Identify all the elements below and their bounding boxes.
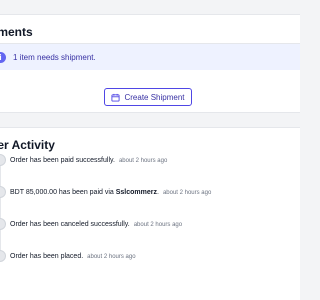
shipment-alert-text: 1 item needs shipment. — [13, 52, 96, 62]
timeline-line — [0, 161, 1, 257]
timeline-time: about 2 hours ago — [162, 190, 212, 196]
timeline-text: Order has been canceled successfully. abo… — [10, 221, 183, 228]
timeline-text: BDT 85,000.00 has been paid via Sslcomme… — [10, 189, 212, 196]
timeline-item: BDT 85,000.00 has been paid via Sslcomme… — [0, 185, 300, 201]
timeline-item: Order has been canceled successfully. abo… — [0, 217, 300, 233]
create-shipment-label: Create Shipment — [124, 92, 185, 102]
timeline-text: Order has been placed. about 2 hours ago — [10, 253, 136, 260]
create-shipment-button[interactable]: Create Shipment — [104, 88, 192, 106]
timeline-text: Order has been paid successfully. about 2… — [10, 157, 168, 164]
payment-gateway-name: Sslcommerz — [115, 189, 157, 196]
order-activity-card: der Activity Order has been paid success… — [0, 127, 300, 300]
timeline-time: about 2 hours ago — [87, 254, 136, 260]
timeline-time: about 2 hours ago — [118, 158, 168, 164]
timeline-dot — [0, 186, 6, 198]
timeline-dot — [0, 250, 6, 262]
timeline-item: Order has been placed. about 2 hours ago — [0, 249, 300, 265]
shipment-alert: i 1 item needs shipment. — [0, 44, 300, 70]
order-activity-title: der Activity — [0, 138, 55, 152]
timeline-dot — [0, 154, 6, 166]
shipments-title: pments — [0, 25, 33, 39]
timeline-dot — [0, 218, 6, 230]
timeline-item: Order has been paid successfully. about 2… — [0, 153, 300, 169]
info-icon: i — [0, 51, 6, 63]
calendar-icon — [111, 93, 121, 102]
timeline-time: about 2 hours ago — [133, 222, 183, 228]
shipments-card: pments i 1 item needs shipment. Create S… — [0, 14, 300, 113]
